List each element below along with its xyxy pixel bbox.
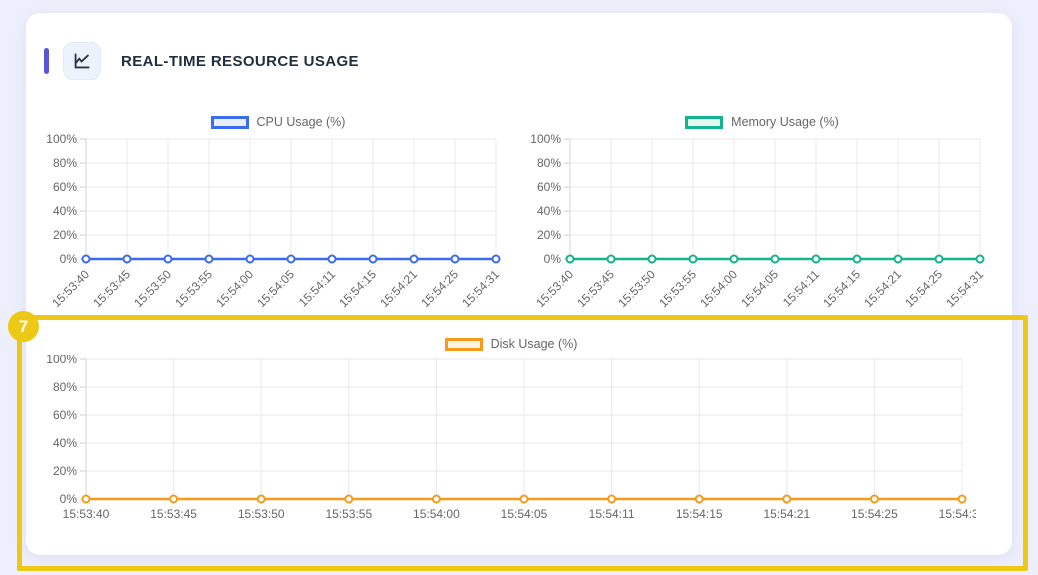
- cpu-plot-area: 0%20%40%60%80%100%15:53:4015:53:4515:53:…: [46, 133, 510, 317]
- disk-usage-chart: Disk Usage (%) 0% 20% 40% 60% 80% 100% 15:53:4…: [46, 327, 976, 527]
- svg-text:15:53:50: 15:53:50: [615, 267, 658, 310]
- svg-text:80%: 80%: [537, 156, 561, 170]
- svg-text:15:54:05: 15:54:05: [501, 507, 548, 521]
- svg-text:15:54:31: 15:54:31: [939, 507, 976, 521]
- svg-text:80%: 80%: [53, 156, 77, 170]
- svg-text:15:54:15: 15:54:15: [336, 267, 379, 310]
- svg-text:15:54:31: 15:54:31: [459, 267, 502, 310]
- svg-text:15:54:11: 15:54:11: [780, 267, 823, 310]
- svg-text:15:54:05: 15:54:05: [738, 267, 781, 310]
- svg-text:15:53:55: 15:53:55: [325, 507, 372, 521]
- cpu-usage-chart: CPU Usage (%) 0% 20% 40% 60% 80% 100% 15:53:40…: [46, 105, 510, 315]
- dashboard-background: REAL-TIME RESOURCE USAGE CPU Usage (%) 0…: [0, 0, 1038, 575]
- svg-text:15:54:31: 15:54:31: [943, 267, 986, 310]
- svg-text:15:53:40: 15:53:40: [63, 507, 110, 521]
- accent-bar: [44, 48, 49, 74]
- svg-text:60%: 60%: [537, 180, 561, 194]
- card-header: REAL-TIME RESOURCE USAGE: [44, 42, 359, 80]
- cpu-legend-swatch: [211, 116, 249, 129]
- svg-text:15:53:55: 15:53:55: [656, 267, 699, 310]
- svg-text:15:53:50: 15:53:50: [131, 267, 174, 310]
- svg-text:15:54:05: 15:54:05: [254, 267, 297, 310]
- svg-text:0%: 0%: [60, 492, 78, 506]
- svg-text:20%: 20%: [537, 228, 561, 242]
- svg-text:15:54:21: 15:54:21: [377, 267, 420, 310]
- disk-plot-area: 0% 20% 40% 60% 80% 100% 15:53:40 15:53:45 15:53:…: [46, 355, 976, 529]
- svg-text:15:53:45: 15:53:45: [150, 507, 197, 521]
- svg-text:15:54:25: 15:54:25: [418, 267, 461, 310]
- svg-text:15:54:25: 15:54:25: [902, 267, 945, 310]
- svg-text:15:54:11: 15:54:11: [589, 507, 635, 521]
- svg-text:40%: 40%: [53, 436, 77, 450]
- svg-text:40%: 40%: [53, 204, 77, 218]
- svg-text:100%: 100%: [46, 355, 77, 366]
- disk-legend-swatch: [445, 338, 483, 351]
- svg-text:15:54:21: 15:54:21: [763, 507, 810, 521]
- svg-text:20%: 20%: [53, 464, 77, 478]
- svg-text:15:54:25: 15:54:25: [851, 507, 898, 521]
- legend-item-cpu[interactable]: CPU Usage (%): [46, 111, 510, 133]
- svg-text:15:54:15: 15:54:15: [820, 267, 863, 310]
- svg-text:15:54:00: 15:54:00: [697, 267, 740, 310]
- svg-text:15:54:00: 15:54:00: [413, 507, 460, 521]
- resource-usage-card: REAL-TIME RESOURCE USAGE CPU Usage (%) 0…: [26, 13, 1012, 555]
- svg-text:15:53:40: 15:53:40: [49, 267, 92, 310]
- memory-legend-label: Memory Usage (%): [731, 115, 839, 129]
- svg-text:0%: 0%: [60, 252, 78, 266]
- svg-text:15:54:15: 15:54:15: [676, 507, 723, 521]
- svg-text:0%: 0%: [544, 252, 562, 266]
- svg-text:80%: 80%: [53, 380, 77, 394]
- svg-text:15:53:45: 15:53:45: [90, 267, 133, 310]
- svg-text:15:53:50: 15:53:50: [238, 507, 285, 521]
- disk-legend-label: Disk Usage (%): [491, 337, 578, 351]
- memory-legend-swatch: [685, 116, 723, 129]
- svg-text:15:53:55: 15:53:55: [172, 267, 215, 310]
- svg-text:15:53:45: 15:53:45: [574, 267, 617, 310]
- svg-text:60%: 60%: [53, 408, 77, 422]
- svg-text:100%: 100%: [530, 133, 561, 146]
- cpu-legend-label: CPU Usage (%): [257, 115, 346, 129]
- svg-text:20%: 20%: [53, 228, 77, 242]
- page-title: REAL-TIME RESOURCE USAGE: [121, 53, 359, 70]
- svg-text:15:54:11: 15:54:11: [296, 267, 339, 310]
- svg-text:40%: 40%: [537, 204, 561, 218]
- line-chart-icon: [63, 42, 101, 80]
- legend-item-memory[interactable]: Memory Usage (%): [530, 111, 994, 133]
- memory-plot-area: 0%20%40%60%80%100%15:53:4015:53:4515:53:…: [530, 133, 994, 317]
- svg-text:60%: 60%: [53, 180, 77, 194]
- svg-text:100%: 100%: [46, 133, 77, 146]
- svg-text:15:54:00: 15:54:00: [213, 267, 256, 310]
- legend-item-disk[interactable]: Disk Usage (%): [46, 333, 976, 355]
- memory-usage-chart: Memory Usage (%) 0% 20% 40% 60% 80% 100% 15:53…: [530, 105, 994, 315]
- svg-text:15:53:40: 15:53:40: [533, 267, 576, 310]
- svg-text:15:54:21: 15:54:21: [861, 267, 904, 310]
